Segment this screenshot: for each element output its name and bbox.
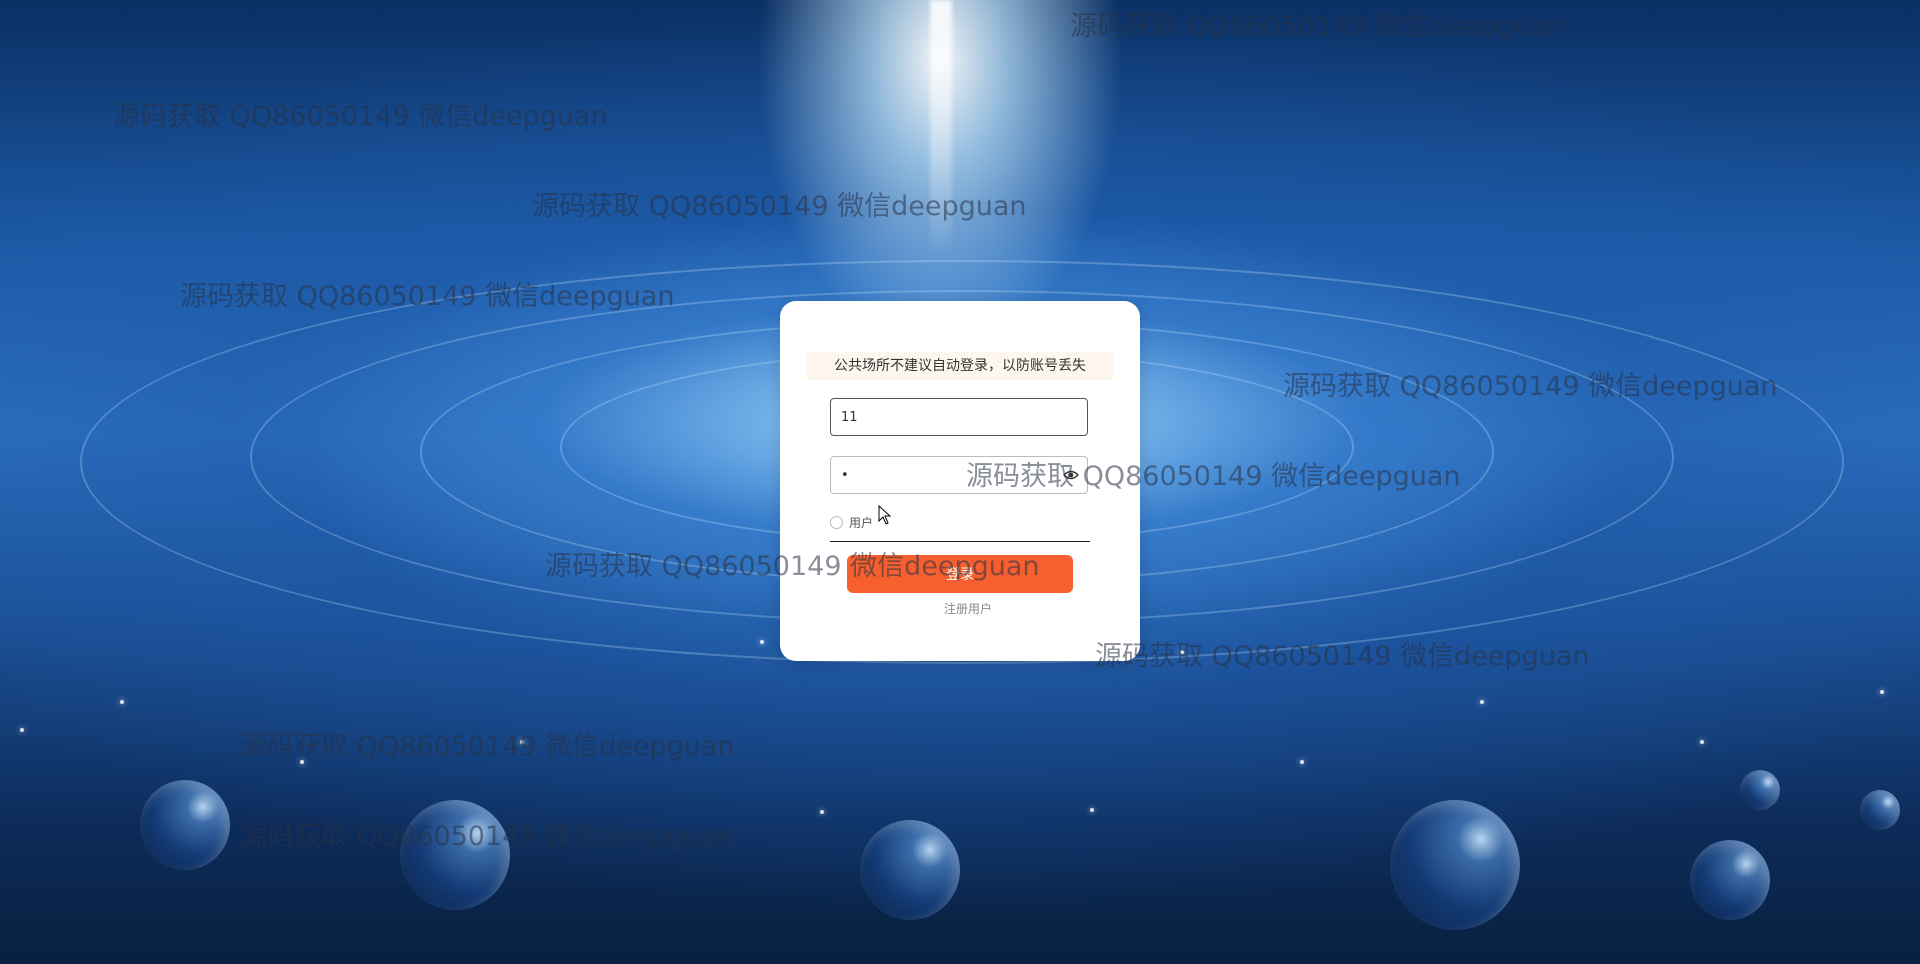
star (1700, 740, 1704, 744)
star (1480, 700, 1484, 704)
star (1880, 690, 1884, 694)
planet (1740, 770, 1780, 810)
planet (1690, 840, 1770, 920)
username-field[interactable] (830, 398, 1088, 436)
star (1180, 650, 1184, 654)
radio-button[interactable] (830, 515, 843, 529)
eye-icon[interactable] (1063, 469, 1079, 481)
planet (140, 780, 230, 870)
star (20, 728, 24, 732)
register-link[interactable]: 注册用户 (944, 600, 992, 617)
role-radio-user[interactable]: 用户 (830, 512, 873, 532)
planet (400, 800, 510, 910)
light-beam (930, 0, 952, 260)
star (300, 760, 304, 764)
star (760, 640, 764, 644)
password-input[interactable] (831, 457, 1071, 493)
login-button[interactable]: 登录 (847, 555, 1073, 593)
role-option-label: 用户 (849, 515, 874, 530)
star (820, 810, 824, 814)
password-field[interactable] (830, 456, 1088, 494)
star (1090, 808, 1094, 812)
star (120, 700, 124, 704)
username-input[interactable] (831, 399, 1071, 435)
mouse-pointer-icon (878, 505, 892, 525)
planet (1390, 800, 1520, 930)
security-notice: 公共场所不建议自动登录，以防账号丢失 (806, 352, 1114, 380)
planet (1860, 790, 1900, 830)
planet (860, 820, 960, 920)
star (1300, 760, 1304, 764)
star (520, 740, 524, 744)
divider-line (830, 541, 1090, 542)
